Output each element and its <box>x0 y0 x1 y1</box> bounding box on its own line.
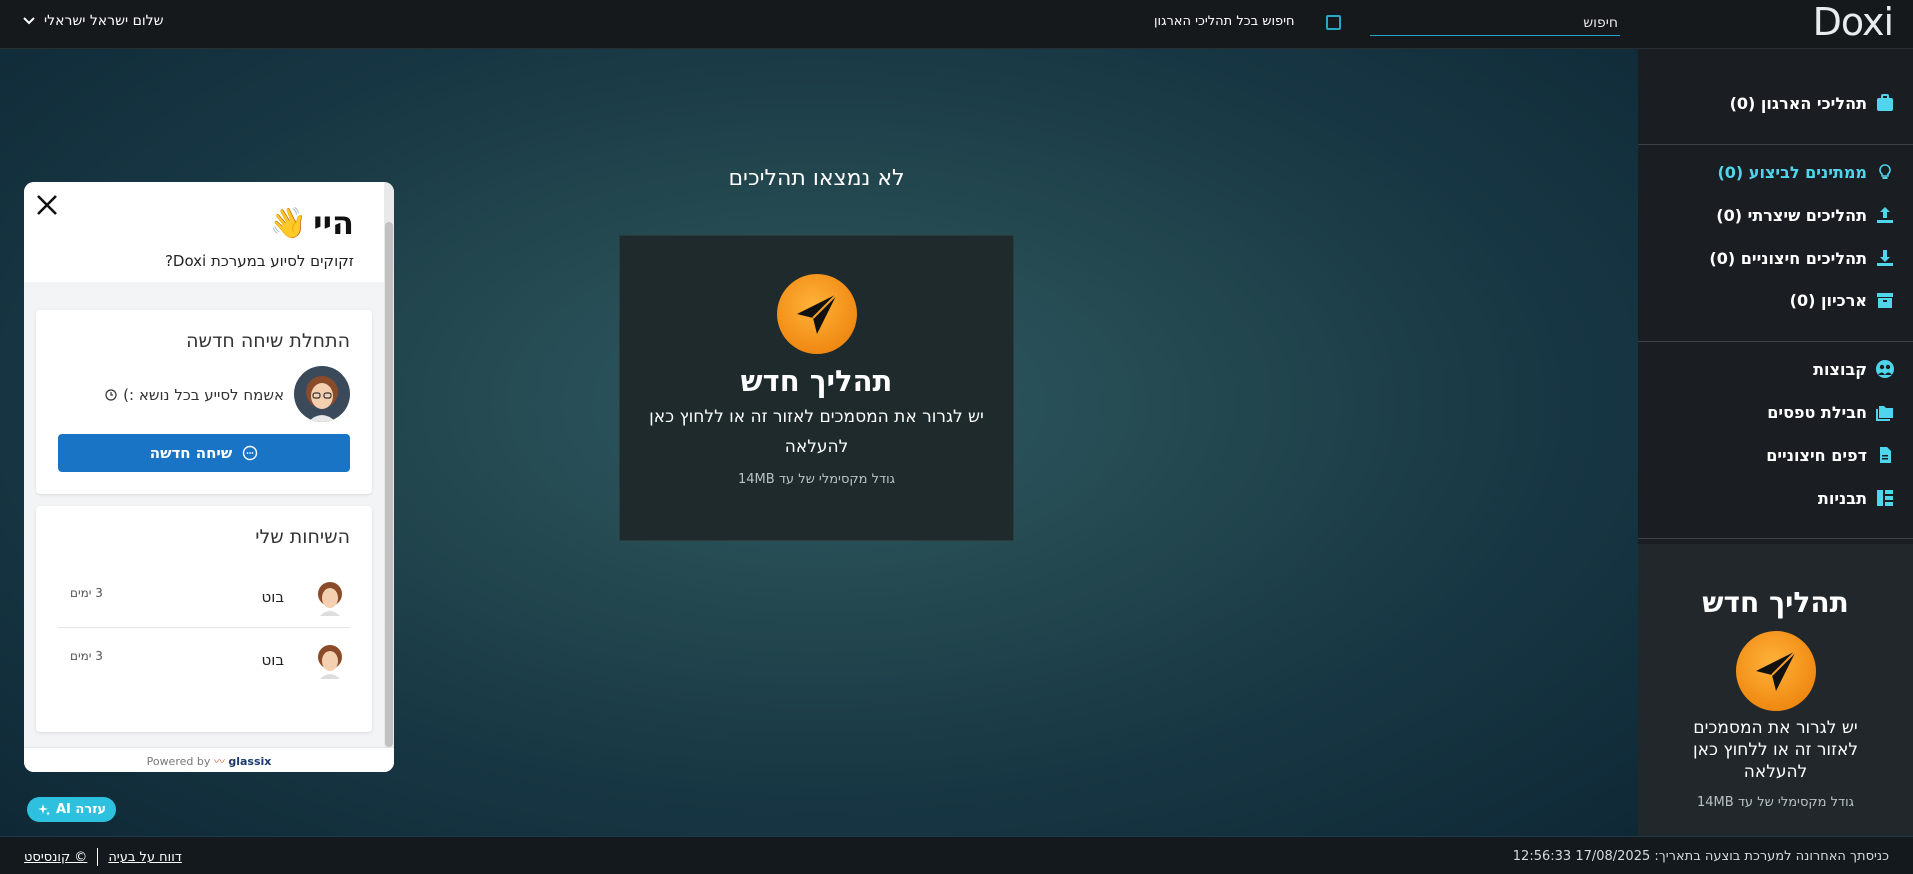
chat-subtitle: זקוקים לסיוע במערכת Doxi? <box>164 252 354 270</box>
status-text: אשמח לסייע בכל נושא :) <box>123 386 284 404</box>
footer-separator <box>97 848 99 866</box>
agent-avatar <box>294 366 350 422</box>
close-icon[interactable] <box>34 192 60 218</box>
clock-icon <box>105 389 117 401</box>
upload-title: תהליך חדש <box>740 364 893 398</box>
sidebar: תהליכי הארגון (0) ממתינים לביצוע (0) תהל… <box>1638 49 1913 836</box>
sidebar-item-external-pages[interactable]: דפים חיצוניים <box>1766 445 1895 465</box>
lightbulb-icon <box>1879 164 1891 179</box>
sidebar-item-form-packages[interactable]: חבילת טפסים <box>1767 402 1895 422</box>
upload-max-size: גודל מקסימלי של עד 14MB <box>738 472 895 487</box>
sidebar-new-process[interactable]: תהליך חדש יש לגרור את המסמכים לאזור זה א… <box>1638 544 1913 836</box>
sidebar-item-label: תהליכי הארגון (0) <box>1729 93 1867 113</box>
my-chats-card: השיחות שלי בוט 3 ימים בוט 3 ימים <box>36 506 372 732</box>
new-chat-title: התחלת שיחה חדשה <box>186 330 350 352</box>
agent-status: אשמח לסייע בכל נושא :) <box>105 386 284 404</box>
new-process-title: תהליך חדש <box>1702 586 1849 619</box>
upload-description: יש לגרור את המסמכים לאזור זה או ללחוץ כא… <box>649 407 984 457</box>
sidebar-item-org-processes[interactable]: תהליכי הארגון (0) <box>1730 93 1895 113</box>
sidebar-item-label: תבניות <box>1817 488 1867 508</box>
sidebar-item-created[interactable]: תהליכים שיצרתי (0) <box>1716 205 1895 225</box>
conversation-name: בוט <box>261 651 285 669</box>
report-problem-link[interactable]: דווח על בעיה <box>108 850 182 865</box>
brand-link[interactable]: © קונסיסט <box>24 850 87 865</box>
conversation-name: בוט <box>261 588 285 606</box>
sidebar-item-label: ממתינים לביצוע (0) <box>1717 162 1867 182</box>
waving-hand-icon: 👋 <box>269 205 308 241</box>
bot-avatar <box>318 582 342 616</box>
ai-help-button[interactable]: עזרה AI <box>27 797 117 822</box>
conversation-time: 3 ימים <box>70 649 103 663</box>
conversation-row[interactable]: בוט 3 ימים <box>58 572 350 634</box>
sidebar-divider <box>1638 341 1913 342</box>
upload-icon <box>1877 207 1893 223</box>
sidebar-item-label: ארכיון (0) <box>1789 290 1867 310</box>
paper-plane-icon <box>776 274 857 354</box>
conversation-time: 3 ימים <box>70 586 103 600</box>
template-icon <box>1877 490 1893 506</box>
chat-bubble-icon <box>243 445 258 461</box>
chevron-down-icon <box>23 17 35 25</box>
last-login-text: כניסתך האחרונה למערכת בוצעה בתאריך: 17/0… <box>1512 849 1889 864</box>
powered-by-footer: Powered by 〰 glassix <box>24 747 394 772</box>
top-bar: Doxi חיפוש בכל תהליכי הארגון שלום ישראל … <box>0 0 1913 49</box>
document-icon <box>1880 447 1891 463</box>
sidebar-item-archive[interactable]: ארכיון (0) <box>1790 290 1895 310</box>
conversation-row[interactable]: בוט 3 ימים <box>58 635 350 697</box>
sidebar-item-pending[interactable]: ממתינים לביצוע (0) <box>1717 162 1895 182</box>
sidebar-item-label: קבוצות <box>1813 359 1867 379</box>
footer-links: דווח על בעיה © קונסיסט <box>24 848 182 866</box>
chat-scrollbar[interactable] <box>384 182 394 747</box>
sidebar-item-groups[interactable]: קבוצות <box>1813 359 1895 379</box>
search-input[interactable] <box>1370 10 1620 36</box>
chat-greeting: היי 👋 <box>270 204 354 242</box>
new-chat-button[interactable]: שיחה חדשה <box>58 434 350 472</box>
download-icon <box>1877 250 1893 266</box>
users-icon <box>1876 360 1894 378</box>
upload-dropzone[interactable]: תהליך חדש יש לגרור את המסמכים לאזור זה א… <box>619 235 1014 541</box>
user-menu[interactable]: שלום ישראל ישראלי <box>22 13 164 29</box>
sidebar-item-label: תהליכים שיצרתי (0) <box>1716 205 1867 225</box>
sparkle-icon <box>38 803 50 816</box>
search-all-checkbox[interactable] <box>1326 15 1341 30</box>
sidebar-divider <box>1638 538 1913 539</box>
sidebar-divider <box>1638 144 1913 145</box>
bot-avatar <box>318 645 342 679</box>
powered-by-text: Powered by <box>146 755 211 768</box>
briefcase-icon <box>1877 94 1893 111</box>
archive-icon <box>1877 293 1893 308</box>
sidebar-item-templates[interactable]: תבניות <box>1818 488 1895 508</box>
chat-widget: היי 👋 זקוקים לסיוע במערכת Doxi? התחלת שי… <box>24 182 394 772</box>
scroll-thumb[interactable] <box>385 222 393 747</box>
sidebar-item-label: חבילת טפסים <box>1767 402 1867 422</box>
new-process-max-size: גודל מקסימלי של עד 14MB <box>1697 795 1854 810</box>
ai-help-label: עזרה AI <box>56 802 107 817</box>
new-chat-label: שיחה חדשה <box>149 444 233 462</box>
doxi-logo[interactable]: Doxi <box>1803 0 1894 46</box>
sidebar-item-external[interactable]: תהליכים חיצוניים (0) <box>1709 248 1895 268</box>
chat-header: היי 👋 זקוקים לסיוע במערכת Doxi? <box>24 182 384 282</box>
sidebar-item-label: תהליכים חיצוניים (0) <box>1709 248 1867 268</box>
footer: דווח על בעיה © קונסיסט כניסתך האחרונה למ… <box>0 836 1913 874</box>
conversation-divider <box>58 627 350 628</box>
paper-plane-icon <box>1735 631 1816 711</box>
my-chats-title: השיחות שלי <box>255 526 350 548</box>
search-all-label: חיפוש בכל תהליכי הארגון <box>1154 14 1295 29</box>
glassix-logo-icon: 〰 <box>213 755 225 768</box>
new-chat-card: התחלת שיחה חדשה אשמח לסייע בכל נושא :) ש… <box>36 310 372 494</box>
logo-text: Doxi <box>1812 0 1894 44</box>
user-greeting: שלום ישראל ישראלי <box>44 13 164 29</box>
greeting-text: היי <box>313 204 354 242</box>
new-process-description: יש לגרור את המסמכים לאזור זה או ללחוץ כא… <box>1693 718 1858 782</box>
sidebar-item-label: דפים חיצוניים <box>1766 445 1867 465</box>
folders-icon <box>1876 406 1893 421</box>
glassix-brand: glassix <box>228 755 272 768</box>
